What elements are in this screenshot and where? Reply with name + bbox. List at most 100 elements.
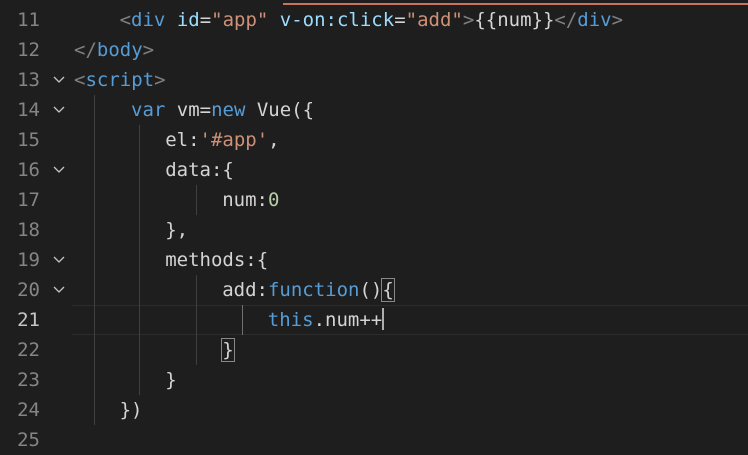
line-gutter: 12 — [0, 35, 72, 65]
code-token: div — [131, 9, 166, 31]
line-number: 13 — [17, 69, 40, 91]
code-token: 0 — [267, 189, 280, 211]
line-number: 24 — [17, 399, 40, 421]
chevron-down-icon[interactable] — [52, 95, 66, 125]
indent-guide — [196, 275, 197, 365]
code-line[interactable]: 18}, — [0, 215, 748, 245]
code-text[interactable]: data:{ — [165, 155, 234, 185]
code-line[interactable]: 16 data:{ — [0, 155, 748, 185]
current-line-highlight — [72, 305, 748, 335]
code-token: num: — [222, 189, 268, 211]
code-text[interactable]: }, — [165, 215, 188, 245]
code-line[interactable]: 17 num:0 — [0, 185, 748, 215]
line-number: 17 — [17, 189, 40, 211]
code-token: add: — [222, 279, 268, 301]
code-token: () — [359, 279, 383, 301]
line-gutter: 22 — [0, 335, 72, 365]
code-line[interactable]: 12 </body> — [0, 35, 748, 65]
code-line[interactable]: 19 methods:{ — [0, 245, 748, 275]
code-line[interactable]: 13 <script> — [0, 65, 748, 95]
code-token: > — [462, 9, 475, 31]
code-line[interactable]: 24}) — [0, 395, 748, 425]
chevron-down-icon[interactable] — [52, 155, 66, 185]
code-text[interactable]: } — [221, 335, 235, 365]
line-number: 14 — [17, 99, 40, 121]
code-text[interactable]: }) — [120, 395, 143, 425]
code-token: v-on:click — [268, 9, 395, 31]
code-token: '#app' — [199, 129, 269, 151]
line-gutter: 25 — [0, 425, 72, 455]
line-number: 15 — [17, 129, 40, 151]
code-token: "add" — [405, 9, 463, 31]
chevron-down-icon[interactable] — [52, 245, 66, 275]
line-gutter: 15 — [0, 125, 72, 155]
code-token: > — [142, 39, 155, 61]
indent-guide — [242, 305, 243, 335]
code-token: vm= — [165, 99, 212, 121]
code-text[interactable]: </body> — [74, 35, 154, 65]
code-token: = — [394, 9, 406, 31]
code-line[interactable]: 23} — [0, 365, 748, 395]
indent-guide — [196, 185, 197, 215]
line-number: 22 — [17, 339, 40, 361]
code-token: }, — [165, 219, 189, 241]
chevron-down-icon[interactable] — [52, 275, 66, 305]
code-token: , — [268, 129, 280, 151]
line-number: 18 — [17, 219, 40, 241]
line-number: 11 — [17, 9, 40, 31]
line-gutter: 17 — [0, 185, 72, 215]
code-line[interactable]: 22} — [0, 335, 748, 365]
indent-guide — [139, 125, 140, 395]
code-token: Vue({ — [245, 99, 315, 121]
code-line[interactable]: 14 var vm=new Vue({ — [0, 95, 748, 125]
line-gutter: 20 — [0, 275, 72, 305]
line-number: 20 — [17, 279, 40, 301]
line-gutter: 16 — [0, 155, 72, 185]
code-text[interactable]: methods:{ — [165, 245, 268, 275]
code-line[interactable]: 15 el:'#app', — [0, 125, 748, 155]
text-cursor — [382, 308, 385, 330]
code-token: var — [131, 99, 166, 121]
line-gutter: 13 — [0, 65, 72, 95]
line-number: 12 — [17, 39, 40, 61]
indent-guide — [94, 95, 95, 425]
code-token: = — [199, 9, 212, 31]
code-line[interactable]: 21 this.num++ — [0, 305, 748, 335]
matched-bracket: { — [381, 278, 395, 302]
code-token: < — [74, 69, 86, 91]
chevron-down-icon[interactable] — [52, 65, 66, 95]
line-gutter: 18 — [0, 215, 72, 245]
line-number: 19 — [17, 249, 40, 271]
code-token: methods:{ — [165, 249, 269, 271]
code-token: script — [85, 69, 155, 91]
code-token: el: — [165, 129, 200, 151]
code-text[interactable]: add:function(){ — [222, 275, 395, 305]
code-text[interactable]: this.num++ — [268, 305, 385, 335]
code-text[interactable]: el:'#app', — [165, 125, 279, 155]
code-token: div — [577, 9, 612, 31]
code-editor[interactable]: 11 <div id="app" v-on:click="add">{{num}}… — [0, 0, 748, 451]
line-number: 25 — [17, 429, 40, 451]
matched-bracket: } — [221, 338, 235, 362]
code-line[interactable]: 11 <div id="app" v-on:click="add">{{num}}… — [0, 5, 748, 35]
code-line[interactable]: 25 — [0, 425, 748, 455]
line-number: 21 — [17, 309, 40, 331]
code-token: "app" — [211, 9, 269, 31]
code-token: function — [267, 279, 360, 301]
line-number: 16 — [17, 159, 40, 181]
code-token: body — [96, 39, 143, 61]
code-text[interactable]: var vm=new Vue({ — [131, 95, 314, 125]
code-token: id — [165, 9, 200, 31]
code-token: }) — [119, 399, 143, 421]
code-token: </ — [74, 39, 97, 61]
code-text[interactable]: <div id="app" v-on:click="add">{{num}}</… — [120, 5, 623, 35]
line-gutter: 14 — [0, 95, 72, 125]
code-token: .num++ — [313, 309, 383, 331]
code-text[interactable]: } — [165, 365, 176, 395]
line-gutter: 19 — [0, 245, 72, 275]
line-gutter: 21 — [0, 305, 72, 335]
code-text[interactable]: <script> — [74, 65, 166, 95]
line-gutter: 11 — [0, 5, 72, 35]
code-line[interactable]: 20 add:function(){ — [0, 275, 748, 305]
code-text[interactable]: num:0 — [222, 185, 279, 215]
